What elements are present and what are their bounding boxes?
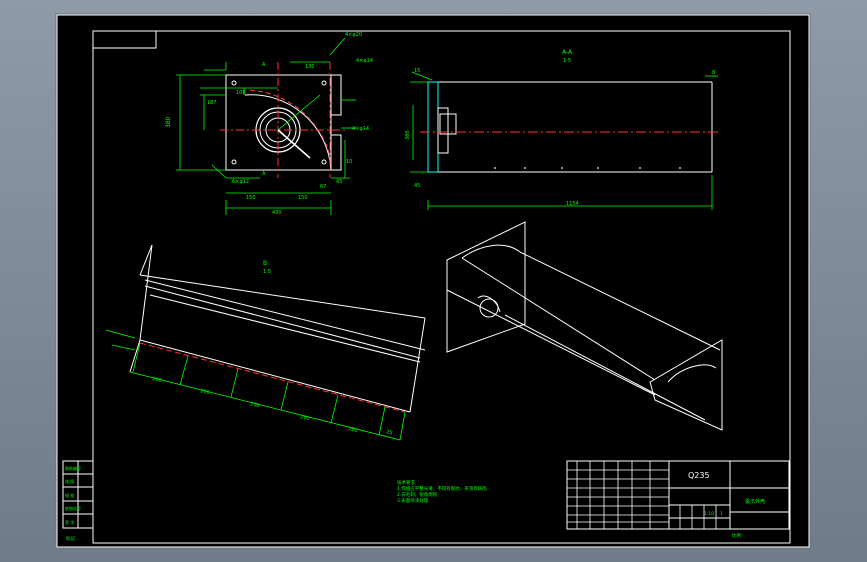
bottom-left-label: 标记 [66, 535, 75, 542]
section-marker-top: A [262, 62, 266, 68]
dim-top-small: 100 [236, 90, 246, 96]
dim-right-45: 45 [336, 179, 342, 185]
part-name: 拔爪外壳 [745, 498, 765, 505]
left-block-3: 底图总号 [65, 505, 81, 511]
dim-side-height: 380 [405, 130, 411, 140]
dim-slot-side: 4×φ14 [352, 126, 369, 132]
dim-top-r: 130 [305, 64, 315, 70]
left-block-1: 描 图 [65, 478, 74, 484]
dim-hole-note: 6×φ12 [232, 179, 249, 185]
section-title-b: B [263, 260, 267, 267]
dim-bottom-mid: 150 [298, 195, 308, 201]
section-scale-aa: 1:5 [563, 58, 571, 64]
material-label: Q235 [688, 471, 710, 480]
dim-slot-right: 4×φ14 [356, 58, 373, 64]
notes-line-2: 2.去毛刺，锐角倒钝 [397, 491, 438, 498]
dim-slot-top: 4×φ20 [345, 32, 362, 38]
dim-side-45: 45 [414, 183, 420, 189]
notes-line-1: 1.焊缝应平整光滑，不得有裂纹、夹渣等缺陷 [397, 485, 487, 492]
notes-line-3: 3.表面喷漆处理 [397, 497, 429, 504]
dim-overall-width: 430 [272, 210, 282, 216]
notes-line-0: 技术要求 [397, 479, 415, 486]
left-block-2: 描 校 [65, 492, 74, 498]
dim-left-small: 187 [207, 100, 217, 106]
left-block-0: 图纸编号 [65, 465, 81, 471]
bottom-right-label: 比例 [732, 532, 741, 539]
section-marker-bottom: A [262, 171, 266, 177]
left-block-4: 签 字 [65, 519, 74, 525]
cad-drawing-window: 380 187 100 130 6×φ12 150 150 430 67 45 … [55, 13, 811, 549]
title-scale: 1:10 [704, 511, 714, 517]
dim-height: 380 [165, 116, 172, 128]
dim-right-67: 67 [320, 184, 326, 190]
section-scale-b: 1:5 [263, 269, 271, 275]
dim-side-length: 1154 [566, 201, 579, 207]
drawing-area [55, 13, 811, 549]
title-qty: 1 [720, 511, 723, 517]
dim-side-15: 15 [414, 68, 420, 74]
dim-side-8: 8 [712, 70, 715, 76]
dim-bottom-left: 150 [246, 195, 256, 201]
section-title-aa: A-A [562, 49, 573, 56]
dim-right-10: 10 [346, 159, 352, 165]
